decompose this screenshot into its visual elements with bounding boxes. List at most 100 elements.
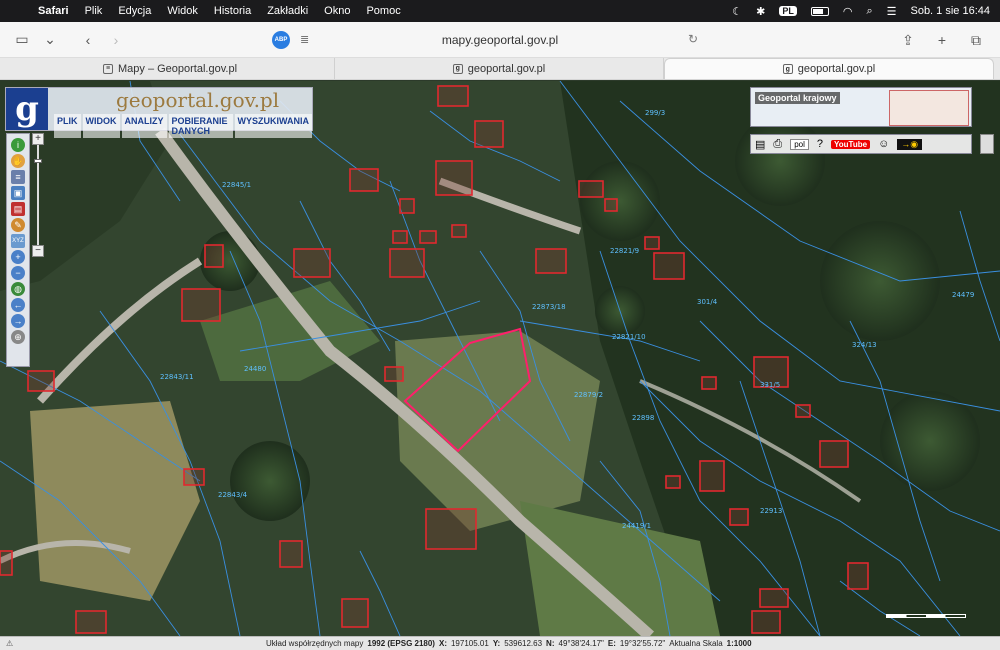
tab-bar: ≡ Mapy – Geoportal.gov.pl g geoportal.go… (0, 58, 1000, 80)
compass-icon[interactable]: ⊕ (11, 330, 25, 344)
geoportal-favicon-icon: g (782, 64, 793, 74)
menu-edycja[interactable]: Edycja (110, 5, 159, 17)
zoom-in-icon[interactable]: + (11, 250, 25, 264)
menu-widok[interactable]: Widok (159, 5, 206, 17)
x-label: X: (438, 639, 447, 648)
overview-toolbar: ▤ ⎙ pol ? YouTube ☺ →◉ (750, 134, 972, 154)
print-icon[interactable]: ▤ (11, 202, 25, 216)
accessibility-icon[interactable]: ☺ (878, 138, 889, 150)
geoportal-title: geoportal.gov.pl (116, 88, 280, 112)
new-tab-icon[interactable]: + (928, 28, 956, 52)
menu-app-name[interactable]: Safari (30, 5, 77, 17)
print-icon[interactable]: ⎙ (773, 138, 782, 151)
xyz-icon[interactable]: XYZ (11, 234, 25, 248)
orthophoto-map[interactable] (0, 81, 1000, 636)
scale-label: Aktualna Skala (669, 639, 723, 648)
parcel-label: 22821/9 (610, 247, 640, 255)
safari-toolbar: ▭ ⌄ ‹ › ABP ≣ mapy.geoportal.gov.pl ↻ ⇪ … (0, 22, 1000, 58)
layers-icon[interactable]: ≡ (11, 170, 25, 184)
measure-icon[interactable]: ✎ (11, 218, 25, 232)
scale-value: 1:1000 (726, 639, 752, 648)
status-bar: ⚠ Układ współrzędnych mapy 1992 (EPSG 21… (0, 636, 1000, 650)
moon-icon[interactable]: ☾ (732, 5, 742, 18)
address-bar[interactable]: mapy.geoportal.gov.pl (300, 33, 700, 47)
parcel-label: 331/5 (760, 381, 781, 389)
globe-icon[interactable]: ◍ (11, 282, 25, 296)
map-tools: i ✋ ≡ ▣ ▤ ✎ XYZ + − ◍ ← → ⊕ (6, 133, 30, 367)
parcel-label: 301/4 (697, 298, 718, 306)
input-language-badge[interactable]: PL (779, 6, 797, 16)
zoom-knob[interactable] (34, 159, 42, 163)
document-icon[interactable]: ▤ (755, 138, 765, 151)
parcel-label: 22843/11 (160, 373, 194, 381)
language-select[interactable]: pol (790, 138, 809, 150)
zoom-plus-button[interactable]: + (32, 133, 44, 145)
bluetooth-icon[interactable]: ✱ (756, 5, 765, 18)
forward-button[interactable]: › (102, 28, 130, 52)
sidebar-toggle-icon[interactable]: ▭ (8, 28, 36, 52)
reload-icon[interactable]: ↻ (688, 32, 698, 46)
tab-geoportal-1[interactable]: g geoportal.gov.pl (335, 58, 664, 79)
parcel-label: 22873/18 (532, 303, 566, 311)
warning-icon[interactable]: ⚠ (6, 639, 13, 648)
menu-wyszukiwania[interactable]: WYSZUKIWANIA (234, 114, 312, 138)
tab-overview-icon[interactable]: ⧉ (962, 28, 990, 52)
geoportal-logo[interactable]: g (6, 88, 48, 130)
overview-minimap[interactable] (889, 90, 969, 126)
parcel-label: 299/3 (645, 109, 666, 117)
parcel-label: 22821/10 (612, 333, 646, 341)
parcel-label: 22879/2 (574, 391, 604, 399)
menu-plik[interactable]: PLIK (54, 114, 81, 138)
document-icon: ≡ (102, 63, 113, 74)
y-value: 539612.63 (504, 639, 543, 648)
adblock-icon[interactable]: ABP (272, 31, 290, 49)
pan-hand-icon[interactable]: ✋ (11, 154, 25, 168)
zoom-box-icon[interactable]: ▣ (11, 186, 25, 200)
menu-historia[interactable]: Historia (206, 5, 259, 17)
menu-pobieranie-danych[interactable]: POBIERANIE DANYCH (168, 114, 233, 138)
parcel-label: 22845/1 (222, 181, 252, 189)
tab-geoportal-2[interactable]: g geoportal.gov.pl (664, 58, 994, 79)
share-icon[interactable]: ⇪ (894, 28, 922, 52)
wifi-icon[interactable]: ◠ (843, 5, 853, 18)
parcel-label: 22913 (760, 507, 783, 515)
geoportal-header: g geoportal.gov.pl PLIK WIDOK ANALIZY PO… (5, 87, 313, 138)
arrow-left-icon[interactable]: ← (11, 298, 25, 312)
tab-label: geoportal.gov.pl (467, 62, 546, 75)
zoom-out-icon[interactable]: − (11, 266, 25, 280)
menu-zakladki[interactable]: Zakładki (259, 5, 316, 17)
menu-plik[interactable]: Plik (77, 5, 111, 17)
menu-pomoc[interactable]: Pomoc (358, 5, 408, 17)
geoportal-menu: PLIK WIDOK ANALIZY POBIERANIE DANYCH WYS… (54, 114, 312, 138)
help-icon[interactable]: ? (817, 138, 823, 150)
parcel-label: 22898 (632, 414, 655, 422)
zoom-track[interactable] (34, 145, 42, 245)
eye-icon[interactable]: →◉ (897, 138, 923, 150)
arrow-right-icon[interactable]: → (11, 314, 25, 328)
y-label: Y: (492, 639, 501, 648)
parcel-label: 24480 (244, 365, 267, 373)
e-label: E: (607, 639, 616, 648)
info-icon[interactable]: i (11, 138, 25, 152)
side-panel-toggle[interactable] (980, 134, 994, 154)
scale-bar (886, 614, 966, 618)
parcel-label: 324/13 (852, 341, 877, 349)
tab-mapy-geoportal[interactable]: ≡ Mapy – Geoportal.gov.pl (6, 58, 335, 79)
map-viewport[interactable]: 24479 301/4 324/13 331/5 24480 22873/18 … (0, 81, 1000, 636)
parcel-label: 22843/4 (218, 491, 248, 499)
overview-map[interactable]: Geoportal krajowy (750, 87, 972, 127)
youtube-link[interactable]: YouTube (831, 139, 871, 149)
menubar-clock[interactable]: Sob. 1 sie 16:44 (910, 5, 990, 17)
parcel-label: 24479 (952, 291, 975, 299)
zoom-minus-button[interactable]: − (32, 245, 44, 257)
control-center-icon[interactable]: ☰ (887, 5, 897, 18)
back-button[interactable]: ‹ (74, 28, 102, 52)
menu-analizy[interactable]: ANALIZY (121, 114, 167, 138)
parcel-label: 24419/1 (622, 522, 652, 530)
menu-widok[interactable]: WIDOK (82, 114, 120, 138)
menu-okno[interactable]: Okno (316, 5, 358, 17)
search-icon[interactable]: ⌕ (866, 5, 872, 18)
battery-icon[interactable] (810, 6, 829, 16)
chevron-down-icon[interactable]: ⌄ (36, 28, 64, 52)
zoom-slider[interactable]: + − (32, 133, 44, 263)
